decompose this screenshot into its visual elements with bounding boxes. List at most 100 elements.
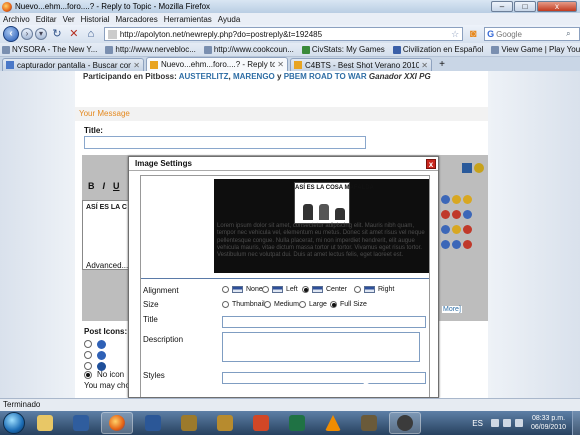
bold-button[interactable]: B — [88, 181, 95, 191]
taskbar-vlc[interactable] — [317, 412, 349, 434]
search-input[interactable] — [496, 29, 567, 39]
tab-c4bts[interactable]: C4BTS - Best Shot Verano 2010: 5º R... ✕ — [290, 58, 432, 71]
close-tab-icon[interactable]: ✕ — [277, 60, 284, 69]
close-tab-icon[interactable]: ✕ — [421, 61, 428, 70]
align-center-radio[interactable] — [302, 286, 309, 293]
size-fullsize-option[interactable]: Full Size — [330, 301, 367, 308]
google-icon[interactable]: G — [487, 29, 494, 39]
reload-icon[interactable]: ↻ — [50, 27, 64, 41]
size-large-option[interactable]: Large — [299, 301, 327, 308]
volume-icon[interactable] — [514, 419, 523, 427]
close-window-button[interactable]: x — [537, 1, 577, 12]
smiley-icon[interactable] — [452, 225, 461, 234]
align-right-radio[interactable] — [354, 286, 361, 293]
advanced-link[interactable]: Advanced... — [86, 261, 128, 270]
minimize-button[interactable]: – — [491, 1, 513, 12]
tab-reply-to-topic[interactable]: Nuevo...ehm...foro....? - Reply to ... ✕ — [146, 57, 288, 71]
taskbar-word[interactable] — [137, 412, 169, 434]
taskbar-media-player[interactable] — [65, 412, 97, 434]
taskbar-civ-1[interactable] — [173, 412, 205, 434]
history-dropdown-icon[interactable]: ▾ — [34, 28, 47, 40]
url-text[interactable]: http://apolyton.net/newreply.php?do=post… — [120, 30, 451, 39]
align-right-option[interactable]: Right — [354, 286, 394, 293]
bookmark-civilization[interactable]: Civilization en Español — [392, 45, 483, 54]
taskbar-explorer[interactable] — [29, 412, 61, 434]
tab-capturador[interactable]: capturador pantalla - Buscar con G... ✕ — [2, 58, 144, 71]
smiley-icon[interactable] — [463, 210, 472, 219]
forward-icon[interactable]: › — [20, 28, 33, 40]
description-textarea[interactable] — [222, 332, 420, 362]
menu-ayuda[interactable]: Ayuda — [218, 15, 241, 24]
menu-herramientas[interactable]: Herramientas — [164, 15, 212, 24]
rss-icon[interactable]: ◙ — [466, 27, 480, 41]
taskbar-civ-3[interactable] — [353, 412, 385, 434]
search-icon[interactable]: ⌕ — [566, 29, 570, 39]
stop-icon[interactable]: ✕ — [67, 27, 81, 41]
bookmark-star-icon[interactable]: ☆ — [451, 29, 459, 40]
clock[interactable]: 08:33 p.m. 06/09/2010 — [531, 414, 566, 432]
maximize-button[interactable]: □ — [514, 1, 536, 12]
bookmark-view-game[interactable]: View Game | Play Your... — [491, 45, 580, 54]
align-left-option[interactable]: Left — [262, 286, 298, 293]
post-icon-radio[interactable] — [84, 351, 92, 359]
network-icon[interactable] — [502, 419, 511, 427]
size-large-radio[interactable] — [299, 301, 306, 308]
home-icon[interactable]: ⌂ — [84, 27, 98, 41]
editor-content-area[interactable]: ASÍ ES LA C — [82, 200, 134, 270]
italic-button[interactable]: I — [103, 181, 106, 191]
smiley-icon[interactable] — [463, 195, 472, 204]
post-icon-option[interactable] — [84, 350, 124, 360]
smiley-icon[interactable] — [452, 210, 461, 219]
smiley-icon[interactable] — [474, 163, 484, 173]
menu-editar[interactable]: Editar — [36, 15, 57, 24]
menu-marcadores[interactable]: Marcadores — [116, 15, 158, 24]
taskbar-powerpoint[interactable] — [245, 412, 277, 434]
taskbar-excel[interactable] — [281, 412, 313, 434]
size-medium-radio[interactable] — [264, 301, 271, 308]
post-icon-radio[interactable] — [84, 340, 92, 348]
bookmark-civstats[interactable]: CivStats: My Games — [301, 45, 385, 54]
size-thumbnail-option[interactable]: Thumbnail — [222, 301, 265, 308]
smiley-icon[interactable] — [441, 240, 450, 249]
size-medium-option[interactable]: Medium — [264, 301, 299, 308]
search-box[interactable]: G ⌕ — [484, 27, 580, 41]
smiley-icon[interactable] — [441, 195, 450, 204]
link-austerlitz[interactable]: AUSTERLITZ — [179, 72, 229, 81]
size-thumbnail-radio[interactable] — [222, 301, 229, 308]
post-icon-radio[interactable] — [84, 362, 92, 370]
smiley-icon[interactable] — [441, 225, 450, 234]
smiley-icon[interactable] — [463, 240, 472, 249]
title-input[interactable] — [84, 136, 366, 149]
align-center-option[interactable]: Center — [302, 286, 347, 293]
menu-ver[interactable]: Ver — [63, 15, 75, 24]
address-bar[interactable]: http://apolyton.net/newreply.php?do=post… — [103, 27, 464, 41]
new-tab-icon[interactable]: + — [436, 59, 448, 71]
language-indicator[interactable]: ES — [472, 419, 483, 428]
smiley-icon[interactable] — [463, 225, 472, 234]
align-none-radio[interactable] — [222, 286, 229, 293]
close-tab-icon[interactable]: ✕ — [133, 61, 140, 70]
menu-historial[interactable]: Historial — [81, 15, 110, 24]
tray-arrow-icon[interactable] — [490, 419, 499, 427]
dialog-close-button[interactable]: x — [426, 159, 436, 169]
underline-button[interactable]: U — [113, 181, 120, 191]
taskbar-civ-4[interactable] — [389, 412, 421, 434]
link-pbem-road-to-war[interactable]: PBEM ROAD TO WAR — [284, 72, 367, 81]
image-title-input[interactable] — [222, 316, 426, 328]
bookmark-cookcoun[interactable]: http://www.cookcoun... — [203, 45, 294, 54]
no-icon-radio[interactable] — [84, 370, 92, 379]
show-desktop-button[interactable] — [572, 411, 580, 435]
post-icon-option[interactable] — [84, 339, 124, 349]
smiley-icon[interactable] — [452, 240, 461, 249]
back-icon[interactable]: ‹ — [3, 26, 19, 42]
switch-mode-icon[interactable] — [462, 163, 472, 173]
start-button[interactable] — [3, 412, 25, 434]
taskbar-firefox[interactable] — [101, 412, 133, 434]
align-left-radio[interactable] — [262, 286, 269, 293]
no-icon-option[interactable]: No icon — [84, 370, 124, 379]
menu-archivo[interactable]: Archivo — [3, 15, 30, 24]
size-fullsize-radio[interactable] — [330, 301, 337, 308]
more-smilies-link[interactable]: More] — [442, 306, 462, 313]
taskbar-civ-2[interactable] — [209, 412, 241, 434]
smiley-icon[interactable] — [452, 195, 461, 204]
